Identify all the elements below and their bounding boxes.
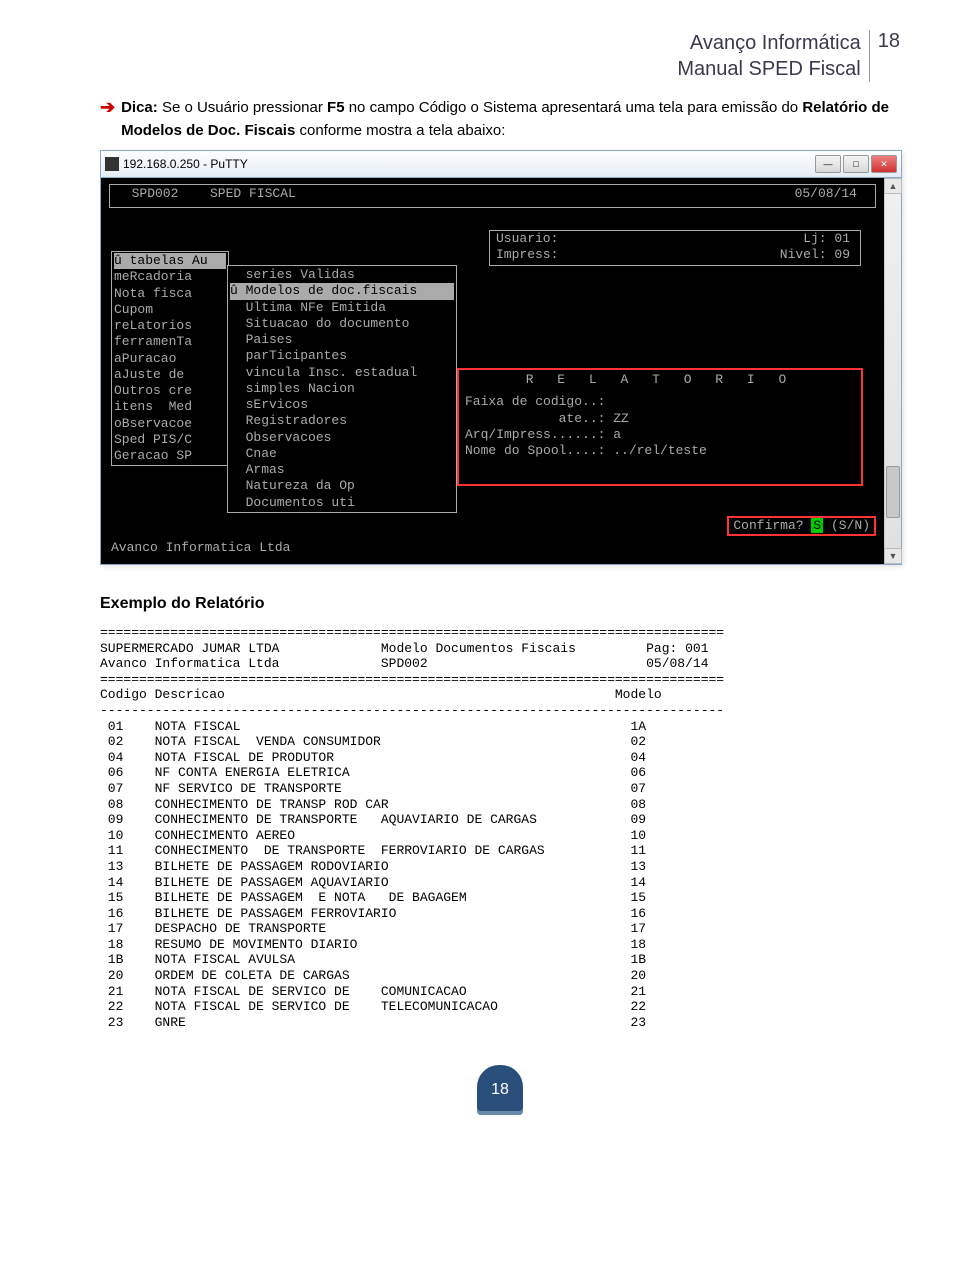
scroll-down-button[interactable]: ▼	[884, 548, 902, 564]
confirm-value[interactable]: S	[811, 518, 823, 533]
submenu-item[interactable]: simples Nacion	[230, 381, 454, 397]
submenu-item[interactable]: series Validas	[230, 267, 454, 283]
maximize-button[interactable]: □	[843, 155, 869, 173]
menu-item[interactable]: meRcadoria	[114, 269, 226, 285]
report-field: Arq/Impress......: a	[459, 427, 861, 443]
tip-label: Dica:	[121, 99, 158, 116]
tip-text: Dica: Se o Usuário pressionar F5 no camp…	[121, 97, 900, 142]
putty-title: 192.168.0.250 - PuTTY	[123, 157, 248, 171]
report-dialog: R E L A T O R I O Faixa de codigo..: ate…	[457, 368, 863, 486]
menu-item[interactable]: aPuracao	[114, 351, 226, 367]
submenu-item[interactable]: vincula Insc. estadual	[230, 365, 454, 381]
manual-name: Manual SPED Fiscal	[677, 56, 860, 82]
submenu-item[interactable]: sErvicos	[230, 397, 454, 413]
user-info-box: Usuario:Lj: 01 Impress:Nivel: 09	[489, 230, 861, 266]
program-title: SPED FISCAL	[210, 186, 296, 202]
terminal-footer: Avanco Informatica Ltda	[111, 540, 290, 556]
submenu-item[interactable]: Ultima NFe Emitida	[230, 300, 454, 316]
page-footer: 18	[100, 1065, 900, 1115]
scroll-thumb[interactable]	[886, 466, 900, 518]
arrow-right-icon: ➔	[100, 97, 115, 118]
putty-window: 192.168.0.250 - PuTTY — □ ✕ SPD002 SPED …	[100, 150, 902, 565]
menu-item[interactable]: reLatorios	[114, 318, 226, 334]
sub-menu[interactable]: series Validasû Modelos de doc.fiscais U…	[227, 265, 457, 513]
submenu-item[interactable]: Situacao do documento	[230, 316, 454, 332]
tip-block: ➔ Dica: Se o Usuário pressionar F5 no ca…	[100, 97, 900, 142]
menu-item[interactable]: oBservacoe	[114, 416, 226, 432]
menu-item[interactable]: ferramenTa	[114, 334, 226, 350]
page-number-top: 18	[870, 30, 900, 53]
page-header: Avanço Informática Manual SPED Fiscal 18	[100, 30, 900, 82]
close-button[interactable]: ✕	[871, 155, 897, 173]
submenu-item[interactable]: Cnae	[230, 446, 454, 462]
menu-item[interactable]: itens Med	[114, 399, 226, 415]
report-dialog-title: R E L A T O R I O	[459, 370, 861, 394]
report-field: Nome do Spool....: ../rel/teste	[459, 443, 861, 459]
program-code: SPD002	[120, 186, 190, 202]
program-date: 05/08/14	[795, 186, 857, 202]
minimize-button[interactable]: —	[815, 155, 841, 173]
menu-item[interactable]: Nota fisca	[114, 286, 226, 302]
confirm-prompt[interactable]: Confirma? S (S/N)	[727, 516, 876, 536]
report-field: ate..: ZZ	[459, 411, 861, 427]
report-field: Faixa de codigo..:	[459, 394, 861, 410]
report-output: ========================================…	[100, 625, 900, 1030]
putty-icon	[105, 157, 119, 171]
submenu-item[interactable]: Observacoes	[230, 430, 454, 446]
terminal-header-bar: SPD002 SPED FISCAL 05/08/14	[109, 184, 876, 208]
submenu-item[interactable]: parTicipantes	[230, 348, 454, 364]
submenu-item[interactable]: Armas	[230, 462, 454, 478]
scrollbar[interactable]: ▲ ▼	[884, 178, 901, 564]
submenu-item[interactable]: Natureza da Op	[230, 478, 454, 494]
scroll-up-button[interactable]: ▲	[884, 178, 902, 194]
putty-titlebar[interactable]: 192.168.0.250 - PuTTY — □ ✕	[101, 151, 901, 178]
page-number-badge: 18	[477, 1065, 523, 1115]
menu-item[interactable]: û tabelas Au	[114, 253, 226, 269]
menu-item[interactable]: Cupom	[114, 302, 226, 318]
example-heading: Exemplo do Relatório	[100, 595, 900, 613]
submenu-item[interactable]: Documentos uti	[230, 495, 454, 511]
menu-item[interactable]: aJuste de	[114, 367, 226, 383]
main-menu[interactable]: û tabelas AumeRcadoriaNota fiscaCupomreL…	[111, 251, 229, 466]
menu-item[interactable]: Geracao SP	[114, 448, 226, 464]
menu-item[interactable]: Outros cre	[114, 383, 226, 399]
brand-name: Avanço Informática	[677, 30, 860, 56]
terminal-screen[interactable]: SPD002 SPED FISCAL 05/08/14 Usuario:Lj: …	[101, 178, 884, 564]
submenu-item[interactable]: Paises	[230, 332, 454, 348]
menu-item[interactable]: Sped PIS/C	[114, 432, 226, 448]
submenu-item[interactable]: û Modelos de doc.fiscais	[230, 283, 454, 299]
submenu-item[interactable]: Registradores	[230, 413, 454, 429]
